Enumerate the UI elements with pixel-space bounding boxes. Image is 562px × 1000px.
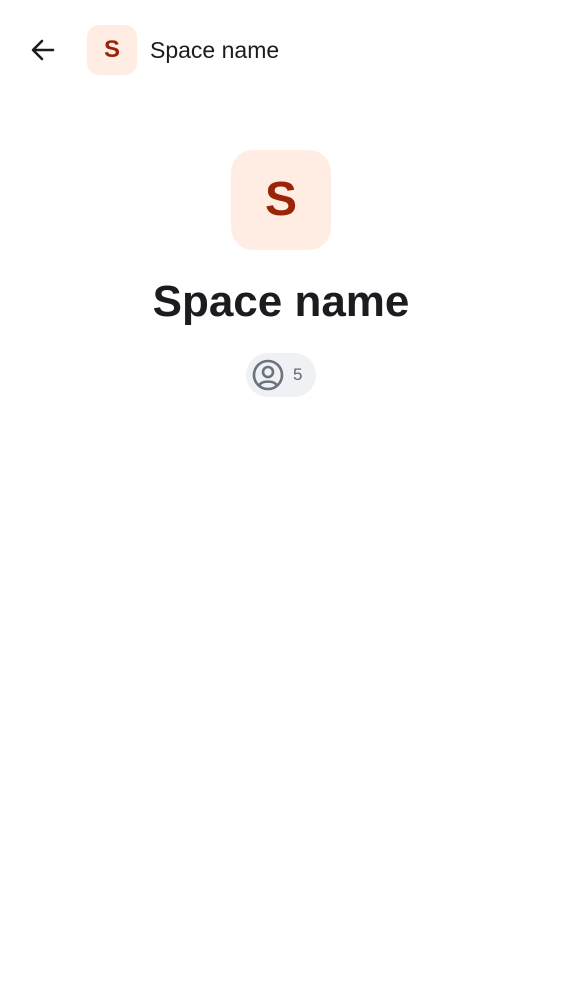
page-title: Space name bbox=[150, 37, 280, 63]
member-count: 5 bbox=[293, 365, 303, 384]
space-avatar-small: S bbox=[87, 25, 137, 75]
space-avatar-large: S bbox=[231, 150, 331, 250]
space-name-heading: Space name bbox=[152, 277, 410, 326]
top-app-bar: S Space name bbox=[0, 0, 562, 100]
members-count-button[interactable]: 5 bbox=[246, 353, 316, 397]
arrow-left-icon bbox=[29, 36, 57, 64]
back-button[interactable] bbox=[20, 27, 66, 73]
user-circle-icon bbox=[251, 358, 285, 392]
